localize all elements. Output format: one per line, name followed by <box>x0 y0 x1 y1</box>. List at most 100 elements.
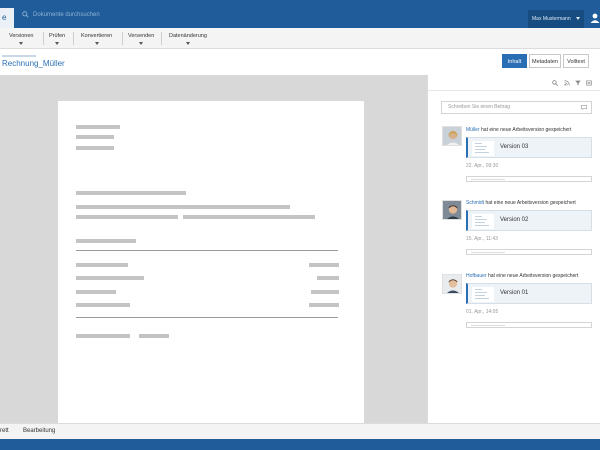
comment-placeholder: Schreiben Sie einen Beitrag <box>448 104 510 110</box>
top-bar: e Dokumente durchsuchen Max Mustermann <box>0 0 600 28</box>
text-placeholder <box>183 215 315 219</box>
user-link[interactable]: Hofbauer <box>466 273 487 279</box>
text-placeholder <box>76 290 116 294</box>
menu-konvertieren[interactable]: Konvertieren <box>81 33 112 45</box>
status-bar: rett Bearbeitung <box>0 423 600 439</box>
text-placeholder <box>76 205 290 209</box>
menu-divider <box>43 32 44 45</box>
activity-action: hat eine neue Arbeitsversion gespeichert <box>487 273 579 279</box>
version-card[interactable]: Version 03 <box>466 137 592 158</box>
text-placeholder <box>76 276 144 280</box>
status-item[interactable]: rett <box>0 428 9 434</box>
menu-divider <box>73 32 74 45</box>
search-placeholder: Dokumente durchsuchen <box>33 11 100 18</box>
activity-action: hat eine neue Arbeitsversion gespeichert <box>481 127 572 133</box>
ribbon-menu: Versionen Prüfen Konvertieren Versenden … <box>0 28 600 49</box>
version-card[interactable]: Version 01 <box>466 283 592 304</box>
tab-volltext[interactable]: Volltext <box>563 54 589 68</box>
reply-input[interactable] <box>466 322 592 328</box>
reply-input[interactable] <box>466 249 592 255</box>
timestamp: 15. Apr., 11:43 <box>466 236 498 242</box>
reply-placeholder-line <box>471 252 505 253</box>
text-placeholder <box>76 135 114 139</box>
version-label: Version 03 <box>500 144 529 150</box>
user-link[interactable]: Müller <box>466 127 480 133</box>
version-label: Version 01 <box>500 290 529 296</box>
search-icon[interactable] <box>552 80 558 86</box>
activity-text: Müller hat eine neue Arbeitsversion gesp… <box>466 127 571 133</box>
comment-input[interactable]: Schreiben Sie einen Beitrag <box>441 101 592 114</box>
chevron-down-icon <box>185 42 190 45</box>
menu-versionen-label: Versionen <box>9 33 34 39</box>
menu-divider <box>122 32 123 45</box>
text-placeholder <box>76 334 130 338</box>
timestamp: 01. Apr., 14:05 <box>466 309 499 315</box>
text-placeholder <box>76 125 120 129</box>
text-placeholder <box>139 334 169 338</box>
tab-metadaten[interactable]: Metadaten <box>529 54 561 68</box>
version-card[interactable]: Version 02 <box>466 210 592 231</box>
rss-icon[interactable] <box>564 80 570 86</box>
search-icon <box>22 11 29 18</box>
text-placeholder <box>76 239 136 243</box>
menu-pruefen[interactable]: Prüfen <box>49 33 65 45</box>
start-tab[interactable]: e <box>0 8 14 28</box>
text-placeholder <box>311 290 339 294</box>
export-icon[interactable] <box>586 80 592 86</box>
user-name: Max Mustermann <box>532 16 571 22</box>
user-link[interactable]: Schmidt <box>466 200 484 206</box>
menu-divider <box>161 32 162 45</box>
avatar <box>442 274 462 294</box>
filter-icon[interactable] <box>575 80 581 86</box>
panel-toolbar <box>428 75 600 91</box>
user-photo-icon <box>443 127 461 145</box>
text-placeholder <box>76 303 130 307</box>
timestamp: 22. Apr., 09:30 <box>466 163 499 169</box>
version-thumbnail <box>472 287 494 302</box>
text-placeholder <box>309 303 339 307</box>
activity-text: Schmidt hat eine neue Arbeitsversion ges… <box>466 200 576 206</box>
document-page <box>58 101 364 423</box>
menu-versenden-label: Versenden <box>128 33 155 39</box>
avatar <box>442 200 462 220</box>
chevron-down-icon <box>576 17 580 20</box>
tab-inhalt[interactable]: Inhalt <box>502 54 527 68</box>
comment-icon[interactable] <box>581 105 587 110</box>
activity-action: hat eine neue Arbeitsversion gespeichert <box>485 200 576 206</box>
text-placeholder <box>76 263 128 267</box>
user-icon[interactable] <box>590 13 600 23</box>
divider <box>76 250 338 251</box>
version-thumbnail <box>472 141 494 156</box>
user-photo-icon <box>443 275 461 293</box>
global-search[interactable]: Dokumente durchsuchen <box>22 11 100 18</box>
avatar <box>442 126 462 146</box>
chevron-down-icon <box>139 42 144 45</box>
text-placeholder <box>76 191 186 195</box>
chevron-down-icon <box>19 42 24 45</box>
user-menu[interactable]: Max Mustermann <box>528 10 584 28</box>
text-placeholder <box>317 276 339 280</box>
menu-datenaenderung-label: Datenänderung <box>169 33 207 39</box>
text-placeholder <box>309 263 339 267</box>
reply-placeholder-line <box>471 179 505 180</box>
menu-datenaenderung[interactable]: Datenänderung <box>169 33 207 45</box>
text-placeholder <box>76 146 114 150</box>
menu-versenden[interactable]: Versenden <box>128 33 154 45</box>
version-label: Version 02 <box>500 217 529 223</box>
chevron-down-icon <box>55 42 60 45</box>
version-thumbnail <box>472 214 494 229</box>
menu-versionen[interactable]: Versionen <box>9 33 33 45</box>
footer-bar <box>0 439 600 450</box>
activity-text: Hofbauer hat eine neue Arbeitsversion ge… <box>466 273 578 279</box>
menu-pruefen-label: Prüfen <box>49 33 66 39</box>
divider <box>76 317 338 318</box>
breadcrumb <box>2 55 36 57</box>
reply-input[interactable] <box>466 176 592 182</box>
menu-konvertieren-label: Konvertieren <box>81 33 113 39</box>
text-placeholder <box>76 215 178 219</box>
document-title: Rechnung_Müller <box>2 59 65 68</box>
chevron-down-icon <box>94 42 99 45</box>
user-photo-icon <box>443 201 461 219</box>
status-item[interactable]: Bearbeitung <box>23 428 55 434</box>
activity-panel: Schreiben Sie einen Beitrag Müller hat e… <box>427 75 600 423</box>
